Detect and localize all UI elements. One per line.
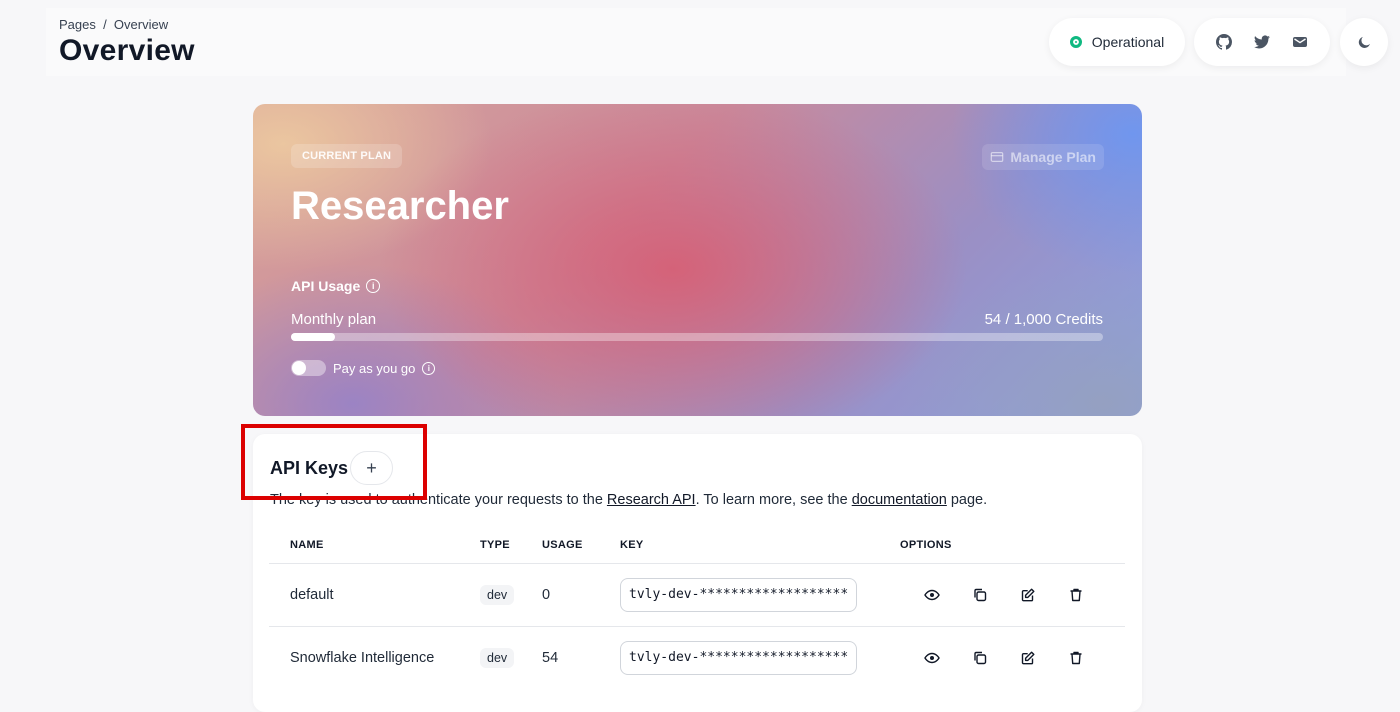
copy-icon — [972, 650, 988, 666]
edit-key-button[interactable] — [1004, 642, 1052, 674]
key-type-cell: dev — [465, 626, 542, 689]
api-keys-title: API Keys — [270, 458, 349, 478]
show-key-button[interactable] — [908, 579, 956, 611]
key-usage: 54 — [542, 649, 559, 666]
credits-usage-label: 54 / 1,000 Credits — [984, 311, 1103, 328]
edit-icon — [1020, 587, 1036, 603]
api-key-field[interactable] — [620, 640, 857, 675]
mail-icon[interactable] — [1292, 34, 1308, 50]
pay-as-you-go-label: Pay as you go — [333, 360, 416, 376]
pay-as-you-go-toggle[interactable] — [291, 360, 326, 376]
edit-key-button[interactable] — [1004, 579, 1052, 611]
key-name: default — [269, 563, 465, 627]
key-usage: 0 — [542, 563, 620, 627]
research-api-link[interactable]: Research API — [607, 492, 696, 508]
copy-key-button[interactable] — [956, 642, 1004, 674]
documentation-link[interactable]: documentation — [852, 492, 947, 508]
social-links — [1194, 18, 1330, 66]
plan-name: Researcher — [291, 184, 509, 228]
column-header-options: OPTIONS — [900, 528, 1125, 564]
manage-plan-label: Manage Plan — [1010, 149, 1096, 165]
api-usage-heading: API Usage i — [291, 278, 381, 294]
column-header-type: TYPE — [465, 528, 542, 564]
pay-as-you-go-row: Pay as you go i — [291, 360, 436, 376]
edit-icon — [1020, 650, 1036, 666]
api-keys-description: The key is used to authenticate your req… — [270, 492, 988, 508]
table-row: default dev 0 — [269, 563, 1125, 627]
eye-icon — [924, 587, 940, 603]
column-header-usage: USAGE — [542, 528, 620, 564]
github-icon[interactable] — [1216, 34, 1232, 50]
key-value-cell — [620, 563, 900, 627]
current-plan-card: CURRENT PLAN Manage Plan Researcher API … — [253, 104, 1142, 416]
key-type-cell: dev — [465, 563, 542, 627]
table-header-row: NAME TYPE USAGE KEY OPTIONS — [269, 528, 1125, 564]
info-icon[interactable]: i — [366, 279, 381, 293]
delete-key-button[interactable] — [1052, 579, 1100, 611]
manage-plan-button[interactable]: Manage Plan — [982, 144, 1104, 170]
show-key-button[interactable] — [908, 642, 956, 674]
column-header-key: KEY — [620, 528, 900, 564]
api-key-field[interactable] — [620, 577, 857, 612]
monthly-plan-label: Monthly plan — [291, 311, 377, 328]
status-indicator[interactable]: Operational — [1049, 18, 1185, 66]
credit-card-icon — [990, 150, 1004, 164]
key-options-cell — [900, 563, 1125, 627]
api-usage-label: API Usage — [291, 278, 361, 294]
twitter-icon[interactable] — [1254, 34, 1270, 50]
table-row: Snowflake Intelligence dev 54 — [269, 626, 1125, 689]
usage-progress-fill — [291, 333, 335, 341]
info-icon[interactable]: i — [422, 361, 436, 375]
api-keys-card: API Keys + The key is used to authentica… — [253, 434, 1142, 712]
theme-toggle-button[interactable] — [1340, 18, 1388, 66]
api-keys-table: NAME TYPE USAGE KEY OPTIONS defaultdev0S… — [269, 528, 1125, 689]
key-type-badge: dev — [480, 647, 515, 668]
key-value-cell — [620, 626, 900, 689]
trash-icon — [1068, 650, 1084, 666]
key-name: Snowflake Intelligence — [290, 649, 435, 666]
moon-icon — [1358, 36, 1371, 49]
status-label: Operational — [1091, 34, 1165, 50]
key-type-badge: dev — [480, 584, 515, 605]
column-header-name: NAME — [269, 528, 465, 564]
copy-icon — [972, 587, 988, 603]
key-options — [900, 579, 1125, 611]
breadcrumb: Pages / Overview — [59, 17, 169, 32]
key-options-cell — [900, 626, 1125, 689]
key-options — [900, 642, 1125, 674]
delete-key-button[interactable] — [1052, 642, 1100, 674]
toggle-knob — [292, 361, 306, 375]
copy-key-button[interactable] — [956, 579, 1004, 611]
usage-progress-bar — [291, 333, 1103, 341]
trash-icon — [1068, 587, 1084, 603]
page-title: Overview — [59, 34, 195, 67]
eye-icon — [924, 650, 940, 666]
current-plan-badge: CURRENT PLAN — [291, 144, 403, 168]
add-api-key-button[interactable]: + — [350, 451, 393, 485]
status-dot-icon — [1069, 36, 1082, 48]
